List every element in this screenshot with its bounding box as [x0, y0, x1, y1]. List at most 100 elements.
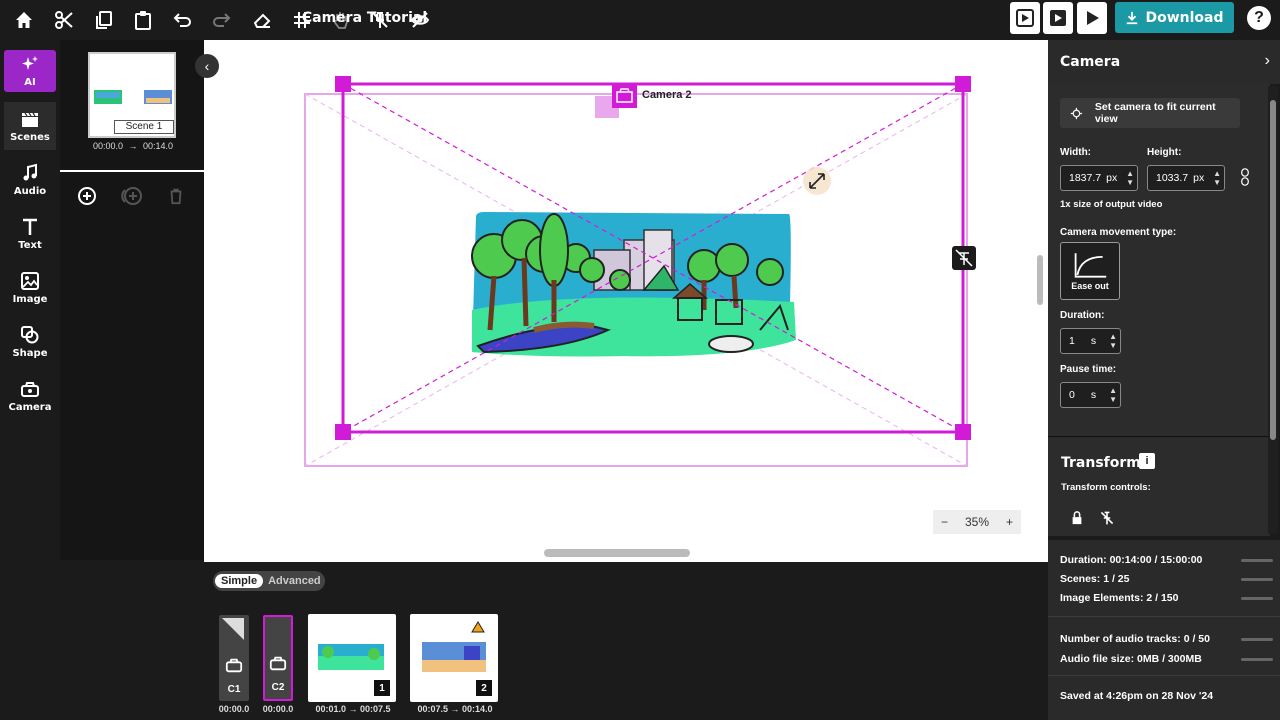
- left-sidebar: AI Scenes Audio Text Image Shape Camera: [0, 40, 60, 720]
- stepper-icon[interactable]: ▲ ▼: [1109, 332, 1117, 350]
- timeline-area: Simple Advanced C1 00:00.0 C2 00:00.0 1 …: [204, 562, 1048, 720]
- copy-icon[interactable]: [90, 6, 118, 34]
- resize-handle-bl[interactable]: [335, 424, 351, 440]
- hand-icon[interactable]: [327, 6, 355, 34]
- mode-advanced[interactable]: Advanced: [263, 574, 326, 588]
- sidebar-item-scenes[interactable]: Scenes: [4, 102, 56, 150]
- fit-camera-button[interactable]: Set camera to fit current view: [1060, 98, 1240, 128]
- sidebar-item-audio[interactable]: Audio: [4, 156, 56, 204]
- fit-camera-label: Set camera to fit current view: [1094, 101, 1216, 125]
- panel-scrollbar[interactable]: [1268, 86, 1278, 534]
- download-button[interactable]: Download: [1115, 2, 1234, 33]
- play-from-here-button[interactable]: [1043, 2, 1073, 34]
- sidebar-item-shape[interactable]: Shape: [4, 318, 56, 366]
- camera-label: Camera 2: [642, 89, 692, 101]
- stat-audio-tracks: Number of audio tracks: 0 / 50: [1060, 633, 1210, 645]
- camera-icon: [21, 382, 39, 397]
- hide-icon[interactable]: [406, 6, 434, 34]
- duration-field[interactable]: 1 s ▲ ▼: [1060, 328, 1121, 354]
- preview-scene-button[interactable]: [1010, 2, 1040, 34]
- resize-handle-tl[interactable]: [335, 76, 351, 92]
- unpin-icon[interactable]: [366, 6, 394, 34]
- collapse-panel-button[interactable]: ‹: [195, 54, 219, 78]
- zoom-out-button[interactable]: −: [941, 515, 948, 529]
- movement-type-label: Camera movement type:: [1060, 227, 1177, 238]
- play-button[interactable]: [1077, 2, 1107, 34]
- editor-canvas[interactable]: Camera 2 − 35% +: [204, 40, 1048, 562]
- stat-bar: [1241, 578, 1273, 581]
- height-field[interactable]: 1033.7 px ▲ ▼: [1147, 165, 1225, 191]
- tile-time: 00:00.0: [262, 704, 294, 714]
- scissors-icon[interactable]: [50, 6, 78, 34]
- stepper-icon[interactable]: ▲ ▼: [1126, 169, 1134, 187]
- camera-2-badge[interactable]: [612, 84, 637, 108]
- resize-handle-br[interactable]: [955, 424, 971, 440]
- duration-value: 1: [1069, 335, 1075, 347]
- grid-icon[interactable]: [288, 6, 316, 34]
- play-scene-icon: [1050, 10, 1066, 26]
- vertical-scrollbar[interactable]: [1037, 255, 1043, 305]
- link-icon[interactable]: [1240, 168, 1250, 186]
- help-button[interactable]: ?: [1247, 6, 1271, 30]
- duplicate-icon: [121, 187, 142, 205]
- trash-icon: [170, 188, 182, 205]
- transform-section: Transform i Transform controls:: [1048, 436, 1270, 536]
- stat-bar: [1241, 638, 1273, 641]
- sidebar-item-label: Image: [12, 294, 48, 305]
- width-field[interactable]: 1837.7 px ▲ ▼: [1060, 165, 1138, 191]
- stepper-icon[interactable]: ▲ ▼: [1213, 169, 1221, 187]
- ease-out-option[interactable]: Ease out: [1060, 242, 1120, 300]
- camera-tile-label: C2: [271, 682, 285, 693]
- pause-time-field[interactable]: 0 s ▲ ▼: [1060, 382, 1121, 408]
- image-tile-2[interactable]: 2: [410, 614, 498, 702]
- mode-toggle[interactable]: Simple Advanced: [213, 571, 325, 591]
- transform-title: Transform: [1061, 455, 1141, 471]
- sidebar-item-label: Audio: [13, 186, 47, 197]
- sidebar-item-camera[interactable]: Camera: [4, 372, 56, 420]
- help-icon: ?: [1254, 9, 1264, 26]
- panel-scrollbar-thumb[interactable]: [1270, 100, 1276, 440]
- scene-end-time: 00:14.0: [143, 141, 174, 151]
- camera-tile-c2[interactable]: C2: [263, 615, 293, 701]
- zoom-level: 35%: [964, 515, 990, 529]
- sidebar-item-image[interactable]: Image: [4, 264, 56, 312]
- arrow-icon: →: [128, 141, 138, 151]
- park-illustration[interactable]: [471, 212, 796, 357]
- stepper-icon[interactable]: ▲ ▼: [1109, 386, 1117, 404]
- undo-icon[interactable]: [168, 6, 196, 34]
- horizontal-scrollbar[interactable]: [544, 549, 690, 557]
- unpin-icon[interactable]: [1099, 510, 1115, 526]
- mode-simple[interactable]: Simple: [215, 574, 264, 588]
- clapperboard-icon: [22, 112, 38, 127]
- eraser-icon[interactable]: [248, 6, 276, 34]
- info-icon[interactable]: i: [1139, 453, 1155, 469]
- resize-handle-tr[interactable]: [955, 76, 971, 92]
- scenes-panel: Scene 1 00:00.0 → 00:14.0: [60, 40, 204, 560]
- panel-title: Camera: [1060, 54, 1121, 70]
- scene-thumbnail[interactable]: Scene 1: [88, 52, 176, 138]
- delete-scene-button[interactable]: [164, 184, 188, 208]
- divider: [60, 170, 204, 172]
- sidebar-item-text[interactable]: Text: [4, 210, 56, 258]
- camera-tile-c1[interactable]: C1: [219, 615, 249, 701]
- add-scene-button[interactable]: [75, 184, 99, 208]
- image-tile-1[interactable]: 1: [308, 614, 396, 702]
- duplicate-scene-button[interactable]: [120, 184, 144, 208]
- scene-label: Scene 1: [114, 120, 174, 134]
- canvas-drawing: [304, 76, 976, 467]
- music-note-icon: [23, 163, 37, 181]
- unit-s: s: [1090, 389, 1097, 401]
- ease-curve-icon: [1074, 253, 1107, 278]
- redo-icon[interactable]: [208, 6, 236, 34]
- paste-icon[interactable]: [129, 6, 157, 34]
- image-icon: [21, 272, 39, 290]
- home-icon[interactable]: [10, 6, 38, 34]
- zoom-in-button[interactable]: +: [1006, 515, 1013, 529]
- chevron-right-icon[interactable]: ›: [1265, 52, 1270, 70]
- camera-icon: [269, 656, 287, 671]
- lock-icon[interactable]: [1070, 511, 1084, 525]
- sidebar-item-ai[interactable]: AI: [4, 50, 56, 92]
- panel-header: Camera ›: [1048, 40, 1280, 84]
- preview-scene-icon: [1016, 9, 1034, 27]
- warning-icon: [471, 621, 485, 633]
